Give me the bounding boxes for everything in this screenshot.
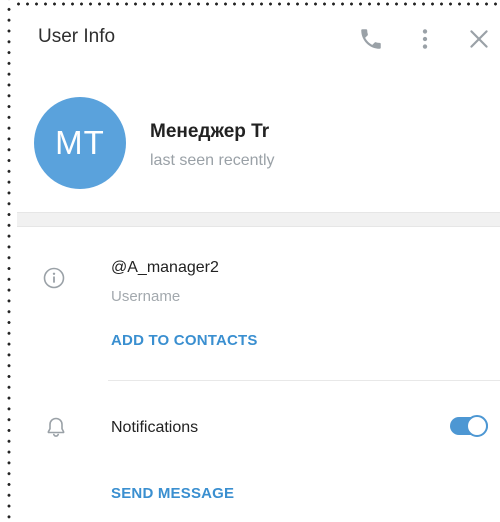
close-icon[interactable] <box>466 26 492 52</box>
panel-title: User Info <box>38 26 116 47</box>
add-to-contacts-button[interactable]: ADD TO CONTACTS <box>111 332 258 349</box>
bell-icon <box>46 416 66 443</box>
user-info-panel: User Info MT Менеджер Tr last seen recen… <box>17 12 500 522</box>
avatar-initials: MT <box>55 124 105 161</box>
send-message-button[interactable]: SEND MESSAGE <box>111 485 234 502</box>
notifications-toggle[interactable] <box>450 415 488 437</box>
avatar[interactable]: MT <box>34 97 126 189</box>
user-status: last seen recently <box>150 152 275 169</box>
toggle-knob <box>466 415 488 437</box>
dotted-border-top <box>14 0 500 12</box>
user-name: Менеджер Tr <box>150 121 270 142</box>
dotted-border-left <box>4 0 14 522</box>
more-vertical-icon[interactable] <box>412 26 438 52</box>
panel-header: User Info <box>17 12 500 68</box>
username-value[interactable]: @A_manager2 <box>111 259 219 277</box>
info-icon <box>43 267 65 294</box>
profile-section: MT Менеджер Tr last seen recently <box>17 68 500 208</box>
notifications-label: Notifications <box>111 419 199 436</box>
section-separator <box>17 212 500 227</box>
username-label: Username <box>111 288 181 305</box>
phone-icon[interactable] <box>358 26 384 52</box>
divider <box>108 380 500 381</box>
